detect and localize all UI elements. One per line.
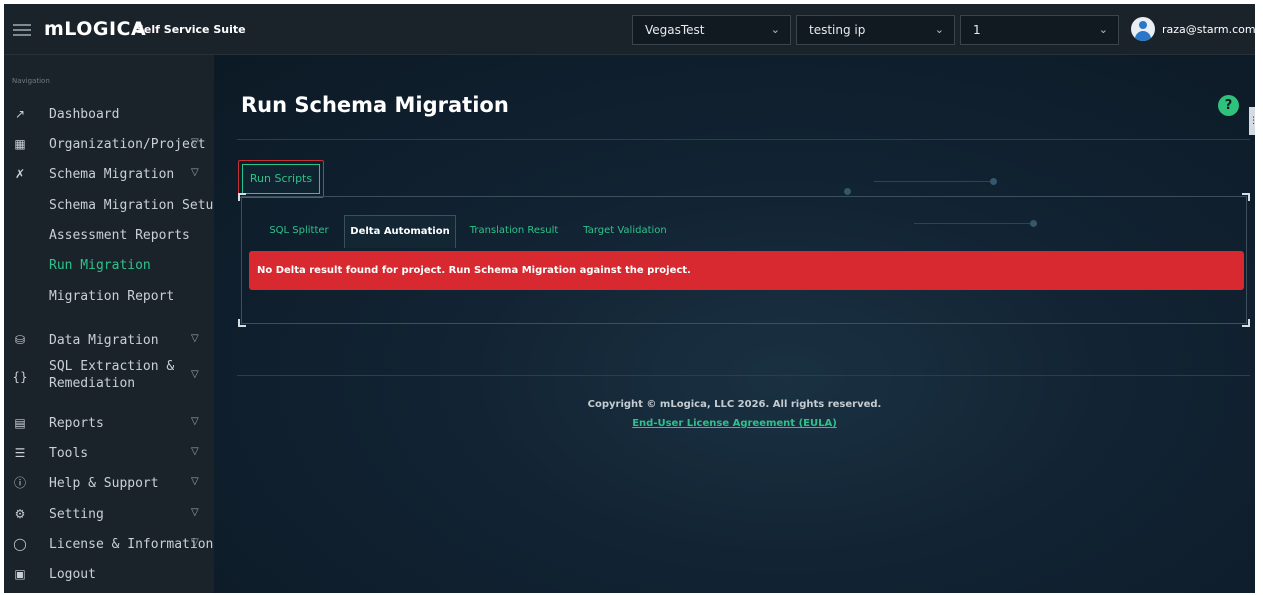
sidebar-item-label: Organization/Project [49,137,206,152]
caret-down-icon: ▽ [191,507,199,518]
sidebar-item-label: Schema Migration Setup [49,198,222,213]
copyright-text: Copyright © mLogica, LLC 2026. All right… [587,399,882,410]
chevron-down-icon: ⌄ [934,23,944,36]
sidebar-item-run-migration[interactable]: Run Migration [4,252,214,280]
sidebar-item-tools[interactable]: ☰ Tools ▽ [4,440,214,468]
sidebar-item-schema-migration-setup[interactable]: Schema Migration Setup [4,192,221,220]
sidebar-item-data-migration[interactable]: ⛁ Data Migration ▽ [4,327,214,355]
chart-line-icon: ↗ [14,107,26,121]
sidebar-item-label: Tools [49,446,89,461]
version-select-value: 1 [973,23,981,37]
report-icon: ▤ [14,416,26,430]
tools-icon: ✗ [14,167,26,181]
sidebar-item-label: Help & Support [49,476,159,491]
braces-icon: {} [12,370,28,384]
caret-down-icon: ▽ [191,446,199,457]
database-icon: ⛁ [14,333,26,347]
main-content: Run Schema Migration ? ⋮ Run Scripts SQL… [214,55,1255,593]
organization-select-value: VegasTest [645,23,705,37]
sidebar-item-label: Logout [49,567,96,582]
sidebar-item-label: Reports [49,416,104,431]
panel-handle-icon[interactable]: ⋮ [1249,107,1255,135]
sidebar-item-label: Schema Migration [49,167,175,182]
top-bar: mLOGICA Self Service Suite VegasTest ⌄ t… [4,4,1255,55]
help-icon[interactable]: ? [1218,95,1239,116]
project-select-value: testing ip [809,23,866,37]
caret-down-icon: ▽ [191,476,199,487]
sidebar-item-dashboard[interactable]: ↗ Dashboard [4,101,214,129]
grid-icon: ▦ [14,137,26,151]
results-panel: SQL Splitter Delta Automation Translatio… [238,193,1250,327]
tab-delta-automation[interactable]: Delta Automation [344,215,456,248]
corner-bracket [1242,193,1250,201]
caret-down-icon: ▽ [191,369,199,380]
chevron-down-icon: ⌄ [770,23,780,36]
sidebar-item-setting[interactable]: ⚙ Setting ▽ [4,501,214,529]
sidebar-item-schema-migration[interactable]: ✗ Schema Migration ▽ [4,161,214,189]
sidebar-item-label: Setting [49,507,104,522]
app-window: mLOGICA Self Service Suite VegasTest ⌄ t… [4,4,1255,593]
decorative-dot [844,188,851,195]
sidebar-item-label: Dashboard [49,107,120,122]
menu-icon[interactable] [13,24,31,36]
divider [237,375,1250,376]
eula-link[interactable]: End-User License Agreement (EULA) [214,418,1255,429]
tab-target-validation[interactable]: Target Validation [574,215,676,248]
sidebar-item-label: Assessment Reports [49,228,190,243]
help-circle-icon: ⓘ [13,476,26,490]
divider [237,139,1250,140]
sidebar-item-reports[interactable]: ▤ Reports ▽ [4,410,214,438]
run-scripts-label: Run Scripts [242,164,320,194]
sidebar: Navigation ↗ Dashboard ▦ Organization/Pr… [4,55,221,593]
caret-down-icon: ▽ [191,167,199,178]
tab-sql-splitter[interactable]: SQL Splitter [256,215,342,248]
sidebar-item-help-support[interactable]: ⓘ Help & Support ▽ [4,470,214,498]
run-scripts-button[interactable]: Run Scripts [238,160,324,198]
corner-bracket [1242,319,1250,327]
shield-icon: ◯ [13,537,27,551]
version-select[interactable]: 1 ⌄ [960,15,1119,45]
caret-down-icon: ▽ [191,416,199,427]
error-alert: No Delta result found for project. Run S… [249,251,1244,290]
sidebar-item-label: License & Information [49,537,214,552]
sidebar-item-label-line2: Remediation [49,376,136,391]
sidebar-item-assessment-reports[interactable]: Assessment Reports [4,222,214,250]
sidebar-item-organization[interactable]: ▦ Organization/Project ▽ [4,131,214,159]
caret-down-icon: ▽ [191,137,199,148]
sidebar-item-sql-extraction[interactable]: {} SQL Extraction & Remediation ▽ [4,358,214,394]
sidebar-item-label: Migration Report [49,289,175,304]
caret-down-icon: ▽ [191,537,199,548]
chevron-down-icon: ⌄ [1098,23,1108,36]
gear-icon: ⚙ [14,507,26,521]
user-avatar-icon[interactable] [1131,17,1155,41]
sidebar-item-logout[interactable]: ▣ Logout [4,561,214,589]
tab-translation-result[interactable]: Translation Result [462,215,566,248]
nav-heading: Navigation [12,77,50,85]
sidebar-item-label: Run Migration [49,258,151,273]
user-email[interactable]: raza@starm.com [1162,23,1255,36]
decorative-dot [990,178,997,185]
decorative-line [874,181,994,182]
sidebar-item-label: Data Migration [49,333,159,348]
layers-icon: ☰ [14,446,26,460]
project-select[interactable]: testing ip ⌄ [796,15,955,45]
logout-icon: ▣ [14,567,26,581]
sidebar-item-label-line1: SQL Extraction & [49,359,175,374]
sidebar-item-migration-report[interactable]: Migration Report [4,283,214,311]
caret-down-icon: ▽ [191,333,199,344]
page-title: Run Schema Migration [241,93,509,117]
sidebar-item-label: SQL Extraction & Remediation [49,358,174,392]
sidebar-item-license-information[interactable]: ◯ License & Information ▽ [4,531,214,559]
suite-title: Self Service Suite [136,23,246,36]
corner-bracket [238,319,246,327]
corner-bracket [238,193,246,201]
brand-logo: mLOGICA [44,18,147,40]
organization-select[interactable]: VegasTest ⌄ [632,15,791,45]
